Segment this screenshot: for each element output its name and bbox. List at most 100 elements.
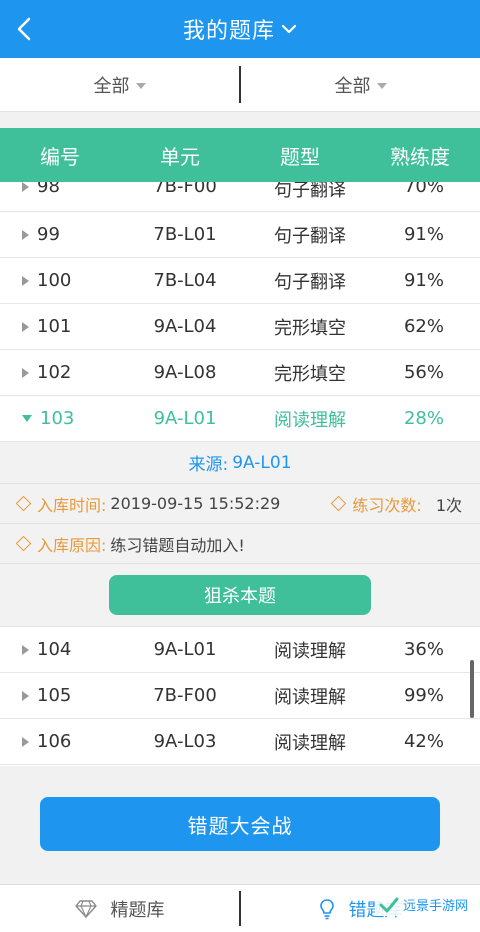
row-proficiency: 62% [403,316,444,337]
diamond-icon [15,495,32,512]
expand-arrow-icon [22,229,29,240]
row-unit: 9A-L04 [153,316,217,337]
expand-arrow-icon [22,736,29,747]
row-detail-panel: 来源: 9A-L01 入库时间: 2019-09-15 15:52:29 练习次… [0,442,480,627]
row-type: 句子翻译 [274,271,346,293]
reason-value: 练习错题自动加入! [110,535,245,555]
row-proficiency: 70% [403,182,444,197]
col-header-type: 题型 [280,144,320,169]
row-unit: 9A-L08 [153,362,217,383]
row-unit: 9A-L03 [153,731,217,752]
col-header-unit: 单元 [160,144,200,169]
row-type: 句子翻译 [274,225,346,247]
diamond-icon [331,495,347,512]
page-title: 我的题库 [182,19,275,44]
row-type: 完形填空 [274,363,346,385]
diamond-gem-icon [74,899,97,918]
row-number: 98 [37,182,60,197]
filter-bar: 全部 全部 [0,58,480,112]
chevron-down-icon [281,24,297,34]
filter-right-label: 全部 [334,75,371,97]
table-row[interactable]: 98 7B-F00 句子翻译 70% [0,182,480,212]
table-row[interactable]: 100 7B-L04 句子翻译 91% [0,258,480,304]
row-number: 102 [37,362,72,383]
table-row[interactable]: 106 9A-L03 阅读理解 42% [0,719,480,765]
count-value: 1次 [435,495,462,515]
row-type: 阅读理解 [274,409,346,431]
table-header: 编号 单元 题型 熟练度 [0,128,480,182]
reason-label: 入库原因: [37,535,107,555]
expand-arrow-icon [22,367,29,378]
list-scrollbar[interactable] [470,660,474,718]
source-label: 来源: [188,455,229,475]
col-header-proficiency: 熟练度 [390,144,450,169]
title-dropdown[interactable]: 我的题库 [183,13,297,45]
row-proficiency: 28% [403,408,444,429]
count-label: 练习次数: [352,495,422,515]
row-unit: 7B-F00 [153,685,217,706]
row-type: 阅读理解 [274,732,346,754]
watermark: 远景手游网 [374,893,472,916]
row-proficiency: 91% [403,224,444,245]
detail-reason-line: 入库原因: 练习错题自动加入! [0,524,480,564]
filter-left-label: 全部 [93,75,130,97]
lightbulb-icon [319,898,334,919]
watermark-logo-icon [379,897,399,912]
diamond-icon [15,535,32,552]
row-proficiency: 56% [403,362,444,383]
caret-down-icon [376,82,387,89]
row-number: 105 [37,685,72,706]
watermark-text: 远景手游网 [402,899,468,914]
filter-right-dropdown[interactable]: 全部 [241,58,480,111]
row-proficiency: 36% [403,639,444,660]
row-type: 阅读理解 [274,640,346,662]
row-unit: 9A-L01 [153,639,217,660]
section-gap [0,112,480,128]
row-proficiency: 99% [403,685,444,706]
back-button[interactable] [10,14,38,44]
row-number: 100 [37,270,72,291]
row-proficiency: 42% [403,731,444,752]
table-row[interactable]: 101 9A-L04 完形填空 62% [0,304,480,350]
tab-featured-bank[interactable]: 精题库 [0,885,239,932]
row-type: 阅读理解 [274,686,346,708]
expand-arrow-icon [22,182,29,192]
table-row[interactable]: 102 9A-L08 完形填空 56% [0,350,480,396]
row-number: 99 [37,224,60,245]
row-unit: 9A-L01 [153,408,217,429]
expand-arrow-icon [22,275,29,286]
chevron-left-icon [17,17,31,41]
row-type: 句子翻译 [274,182,346,201]
collapse-arrow-icon [22,415,32,422]
app-root: 我的题库 全部 全部 编号 单元 题型 熟练度 98 7B-F00 句子翻译 7… [0,0,480,932]
bottom-action-area: 错题大会战 [0,766,480,884]
table-row[interactable]: 105 7B-F00 阅读理解 99% [0,673,480,719]
detail-source: 来源: 9A-L01 [0,442,480,484]
kill-question-button[interactable]: 狙杀本题 [109,575,371,615]
expand-arrow-icon [22,321,29,332]
detail-time-line: 入库时间: 2019-09-15 15:52:29 练习次数: 1次 [0,484,480,524]
source-value: 9A-L01 [232,452,292,473]
row-number: 106 [37,731,72,752]
row-unit: 7B-F00 [153,182,217,197]
expand-arrow-icon [22,644,29,655]
row-number: 103 [40,408,75,429]
row-number: 104 [37,639,72,660]
header-bar: 我的题库 [0,0,480,58]
time-value: 2019-09-15 15:52:29 [110,494,281,513]
row-number: 101 [37,316,72,337]
row-type: 完形填空 [274,317,346,339]
table-row-expanded[interactable]: 103 9A-L01 阅读理解 28% [0,396,480,442]
filter-left-dropdown[interactable]: 全部 [0,58,239,111]
mistake-battle-button[interactable]: 错题大会战 [40,797,440,851]
time-label: 入库时间: [37,495,107,515]
question-list[interactable]: 98 7B-F00 句子翻译 70% 99 7B-L01 句子翻译 91% 10… [0,182,480,766]
table-row[interactable]: 104 9A-L01 阅读理解 36% [0,627,480,673]
row-unit: 7B-L01 [153,224,217,245]
tab-featured-label: 精题库 [110,899,165,921]
col-header-number: 编号 [40,144,80,169]
table-row[interactable]: 99 7B-L01 句子翻译 91% [0,212,480,258]
row-proficiency: 91% [403,270,444,291]
expand-arrow-icon [22,690,29,701]
row-unit: 7B-L04 [153,270,217,291]
